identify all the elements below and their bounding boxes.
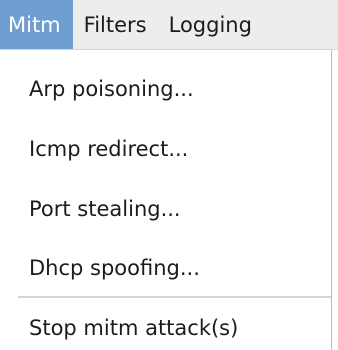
mitm-dropdown-menu: Arp poisoning... Icmp redirect... Port s…	[0, 50, 332, 350]
application-window: Mitm Filters Logging Arp poisoning... Ic…	[0, 0, 338, 350]
menu-item-dhcp-spoofing[interactable]: Dhcp spoofing...	[0, 246, 331, 290]
menu-mitm[interactable]: Mitm	[0, 0, 73, 49]
menu-item-icmp-redirect[interactable]: Icmp redirect...	[0, 127, 331, 171]
menu-item-port-stealing[interactable]: Port stealing...	[0, 187, 331, 231]
menu-item-stop-mitm-attacks[interactable]: Stop mitm attack(s)	[0, 306, 331, 350]
menu-filters[interactable]: Filters	[73, 0, 158, 49]
menubar: Mitm Filters Logging	[0, 0, 338, 50]
menu-item-arp-poisoning[interactable]: Arp poisoning...	[0, 67, 331, 111]
menu-logging[interactable]: Logging	[158, 0, 263, 49]
menu-separator	[18, 296, 331, 298]
